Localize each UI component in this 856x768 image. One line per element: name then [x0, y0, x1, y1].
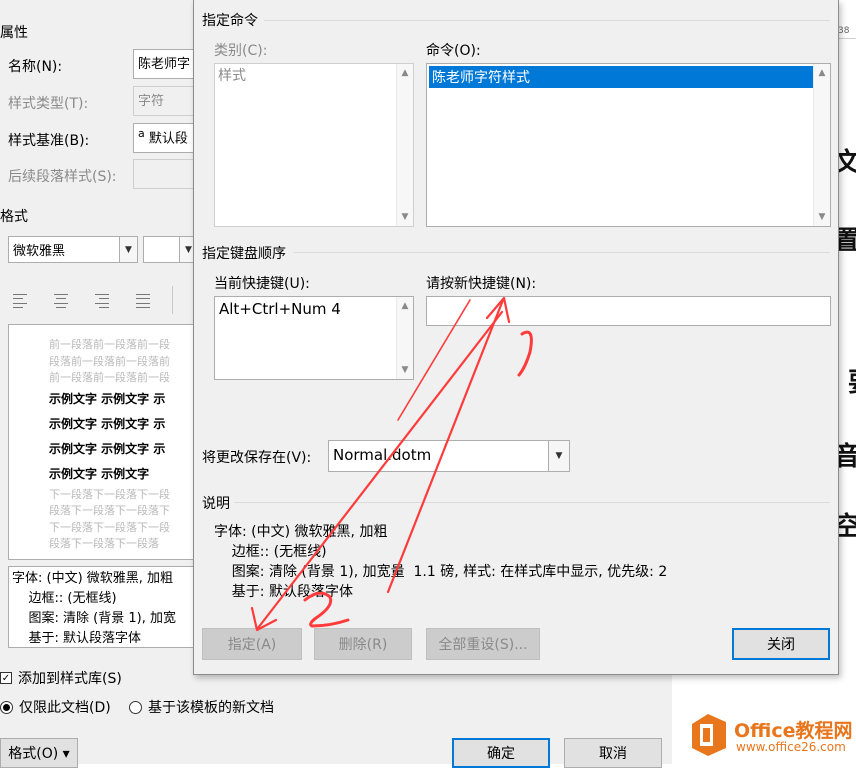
save-changes-label: 将更改保存在(V): — [202, 450, 312, 466]
preview-sample-line: 示例文字 示例文字 — [49, 466, 150, 481]
chevron-up-icon[interactable]: ▲ — [397, 298, 413, 314]
properties-header: 属性 — [0, 25, 28, 41]
new-docs-template-option[interactable]: 基于该模板的新文档 — [129, 697, 274, 717]
preview-next-line: 段落下一段落下一段落 — [49, 537, 159, 550]
list-item-selected[interactable]: 陈老师字符样式 — [429, 66, 813, 88]
description-line: 图案: 清除 (背景 1), 加宽量 1.1 磅, 样式: 在样式库中显示, 优… — [214, 564, 668, 580]
radio-unselected-icon[interactable] — [129, 700, 142, 714]
style-based-value: 默认段 — [148, 131, 188, 147]
chevron-down-icon[interactable]: ▼ — [397, 209, 413, 225]
radio-selected-icon[interactable] — [0, 700, 13, 714]
chevron-up-icon[interactable]: ▲ — [814, 65, 830, 81]
new-docs-template-label: 基于该模板的新文档 — [148, 700, 274, 716]
save-changes-select[interactable]: Normal.dotm ▼ — [328, 440, 570, 472]
scrollbar[interactable]: ▲ ▼ — [396, 297, 413, 379]
list-item[interactable]: 样式 — [215, 64, 413, 86]
commands-list[interactable]: 陈老师字符样式 ▲ ▼ — [426, 63, 831, 227]
chevron-up-icon[interactable]: ▲ — [397, 65, 413, 81]
description-title: 说明 — [202, 496, 230, 512]
preview-sample-line: 示例文字 示例文字 示 — [49, 391, 166, 406]
format-header: 格式 — [0, 209, 28, 225]
remove-button[interactable]: 删除(R) — [314, 628, 412, 660]
following-style-label: 后续段落样式(S): — [8, 169, 117, 185]
name-label: 名称(N): — [8, 59, 63, 75]
add-to-gallery-option[interactable]: ✓ 添加到样式库(S) — [0, 668, 122, 688]
preview-sample-line: 示例文字 示例文字 示 — [49, 416, 166, 431]
keyboard-sequence-title: 指定键盘顺序 — [202, 246, 286, 262]
section-divider — [234, 502, 830, 503]
chevron-down-icon[interactable]: ▼ — [814, 209, 830, 225]
preview-next-line: 下一段落下一段落下一段 — [49, 520, 170, 534]
description-line: 基于: 默认段落字体 — [214, 584, 353, 600]
close-button[interactable]: 关闭 — [732, 628, 830, 660]
only-this-document-option[interactable]: 仅限此文档(D) — [0, 697, 111, 717]
chevron-down-icon: ▼ — [119, 237, 137, 262]
justify-icon[interactable] — [133, 292, 155, 310]
save-changes-value: Normal.dotm — [333, 446, 432, 464]
logo-url: www.office26.com — [736, 740, 846, 754]
description-line: 字体: (中文) 微软雅黑, 加粗 — [214, 524, 388, 540]
checkbox-checked-icon[interactable]: ✓ — [0, 672, 12, 684]
preview-next-line: 下一段落下一段落下一段 — [49, 487, 170, 501]
alignment-toolbar — [10, 292, 155, 310]
preview-prev-line: 前一段落前一段落前一段 — [49, 371, 170, 384]
current-keys-list[interactable]: Alt+Ctrl+Num 4 ▲ ▼ — [214, 296, 414, 380]
font-size-select[interactable]: ▼ — [143, 236, 198, 263]
align-left-icon[interactable] — [10, 292, 32, 310]
reset-all-button[interactable]: 全部重设(S)... — [426, 628, 540, 660]
list-item[interactable]: Alt+Ctrl+Num 4 — [216, 299, 412, 319]
section-divider — [264, 20, 830, 21]
description-line: 边框:: (无框线) — [12, 591, 117, 606]
chevron-down-icon: ▼ — [548, 441, 569, 471]
style-type-label: 样式类型(T): — [8, 96, 89, 112]
categories-list[interactable]: 样式 ▲ ▼ — [214, 63, 414, 227]
section-divider — [294, 252, 830, 253]
doc-text-glyph: 要 — [848, 362, 856, 399]
scrollbar[interactable]: ▲ ▼ — [396, 64, 413, 226]
description-line: 基于: 默认段落字体 — [12, 631, 142, 646]
customize-keyboard-dialog: 指定命令 类别(C): 样式 ▲ ▼ 命令(O): 陈老师字符样式 ▲ ▼ 指定… — [193, 0, 839, 675]
description-line: 图案: 清除 (背景 1), 加宽 — [12, 611, 176, 626]
ruler-number: 38 — [838, 26, 850, 36]
preview-sample-line: 示例文字 示例文字 示 — [49, 441, 166, 456]
office-logo-icon — [692, 714, 726, 756]
description-line: 字体: (中文) 微软雅黑, 加粗 — [12, 571, 174, 586]
style-preview: 前一段落前一段落前一段 段落前一段落前一段落前 前一段落前一段落前一段 示例文字… — [8, 324, 198, 560]
font-name-select[interactable]: 微软雅黑 ▼ — [8, 236, 138, 263]
preview-next-line: 段落下一段落下一段落下 — [49, 504, 170, 517]
specify-command-title: 指定命令 — [202, 13, 258, 29]
logo-title: Office教程网 — [734, 720, 853, 742]
description-line: 边框:: (无框线) — [214, 544, 327, 560]
char-style-icon: a — [138, 127, 145, 140]
style-description: 字体: (中文) 微软雅黑, 加粗 边框:: (无框线) 图案: 清除 (背景 … — [8, 566, 198, 648]
only-this-document-label: 仅限此文档(D) — [19, 700, 111, 716]
current-keys-label: 当前快捷键(U): — [214, 276, 310, 292]
toolbar-divider — [172, 286, 173, 314]
preview-prev-line: 前一段落前一段落前一段 — [49, 338, 170, 351]
add-to-gallery-label: 添加到样式库(S) — [18, 671, 122, 687]
font-name-value: 微软雅黑 — [13, 244, 66, 259]
style-based-label: 样式基准(B): — [8, 133, 90, 149]
chevron-down-icon[interactable]: ▼ — [397, 362, 413, 378]
commands-label: 命令(O): — [426, 43, 481, 59]
scrollbar[interactable]: ▲ ▼ — [813, 64, 830, 226]
preview-prev-line: 段落前一段落前一段落前 — [49, 354, 170, 368]
align-center-icon[interactable] — [51, 292, 73, 310]
new-shortcut-label: 请按新快捷键(N): — [426, 276, 537, 292]
categories-label: 类别(C): — [214, 43, 268, 59]
align-right-icon[interactable] — [92, 292, 114, 310]
new-shortcut-input[interactable] — [426, 296, 831, 326]
assign-button[interactable]: 指定(A) — [202, 628, 302, 660]
shortcut-description: 字体: (中文) 微软雅黑, 加粗 边框:: (无框线) 图案: 清除 (背景 … — [214, 522, 667, 602]
